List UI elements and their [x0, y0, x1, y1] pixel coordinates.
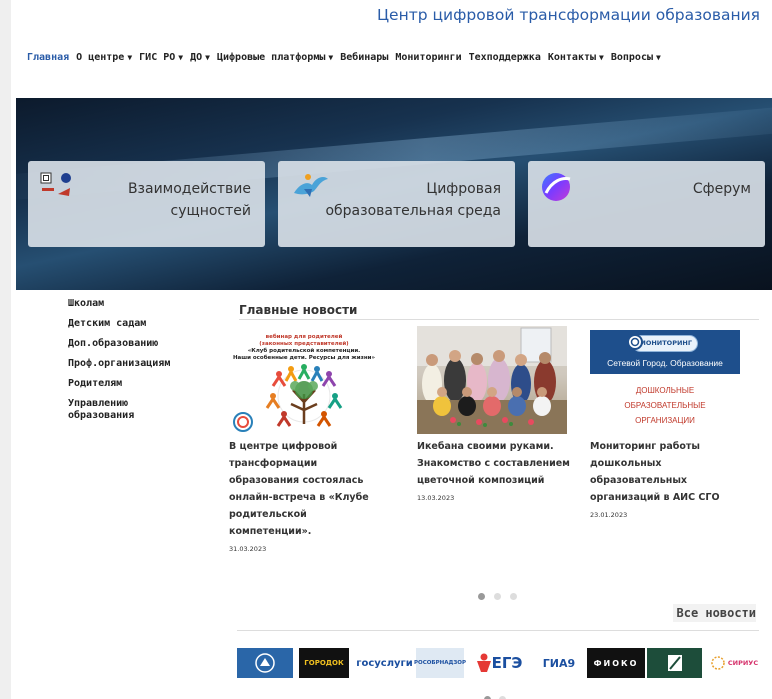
hero-card-label: Взаимодействие сущностей: [127, 181, 251, 219]
chevron-down-icon: ▼: [178, 53, 184, 62]
all-news-link[interactable]: Все новости: [672, 604, 756, 622]
news-date: 31.03.2023: [229, 545, 267, 553]
magnifier-icon: [627, 334, 643, 350]
nav-item-label: ДО: [190, 52, 203, 63]
partner-ege[interactable]: ЕГЭ: [473, 648, 525, 678]
news-page-dot-1[interactable]: [478, 593, 485, 600]
audience-menu-item[interactable]: Школам: [68, 298, 188, 310]
news-headline[interactable]: Мониторинг работы дошкольных образовател…: [590, 438, 750, 506]
news-date: 13.03.2023: [417, 494, 455, 502]
chevron-down-icon: ▼: [656, 53, 661, 62]
hero-slider: Взаимодействие сущностей Цифровая образо…: [16, 98, 772, 290]
nav-item-label: Вебинары: [340, 52, 389, 63]
chevron-down-icon: ▼: [328, 53, 334, 62]
left-scroll-gutter: [0, 0, 11, 699]
news-page-dot-2[interactable]: [494, 593, 501, 600]
audience-menu-item[interactable]: Детским садам: [68, 318, 188, 330]
nav-item-label: О центре: [76, 52, 125, 63]
partners-carousel: ГОРОДОК госуслуги РОСОБРНАДЗОР ЕГЭ ГИА9 …: [237, 648, 767, 678]
news-card[interactable]: вебинар для родителей (законных представ…: [229, 326, 389, 553]
partner-green-emblem-icon: [667, 655, 682, 671]
nav-item-6[interactable]: Вебинары: [340, 48, 388, 68]
nav-item-label: ГИС РО: [139, 52, 176, 63]
partner-sirius[interactable]: СИРИУС: [707, 648, 762, 678]
chevron-down-icon: ▼: [599, 53, 604, 62]
dove-logo-icon: [290, 171, 330, 205]
sferum-logo-icon: [540, 171, 574, 209]
news-image-monitoring[interactable]: МОНИТОРИНГ Сетевой Город. Образование ДО…: [590, 326, 740, 434]
nav-item-label: Мониторинги: [395, 52, 462, 63]
hero-card-label: Сферум: [692, 181, 751, 197]
hero-card-label: Цифровая образовательная среда: [325, 181, 501, 219]
hero-card-entities[interactable]: Взаимодействие сущностей: [28, 161, 265, 247]
nav-item-label: Цифровые платформы: [216, 52, 326, 63]
nav-item-2[interactable]: О центре ▼: [76, 48, 132, 68]
site-title[interactable]: Центр цифровой трансформации образования: [377, 6, 760, 24]
nav-item-10[interactable]: Вопросы ▼: [611, 48, 661, 68]
monitoring-banner: МОНИТОРИНГ Сетевой Город. Образование: [590, 330, 740, 374]
nav-item-label: Контакты: [547, 52, 597, 63]
nav-item-label: Главная: [27, 52, 70, 63]
news-image-photo[interactable]: [417, 326, 567, 434]
news-date: 23.01.2023: [590, 511, 628, 519]
audience-menu-item[interactable]: Родителям: [68, 378, 188, 390]
sirius-star-icon: [711, 656, 725, 670]
news-card[interactable]: МОНИТОРИНГ Сетевой Город. Образование ДО…: [590, 326, 750, 519]
nav-item-9[interactable]: Контакты ▼: [548, 48, 604, 68]
org-logos-icon: [40, 171, 82, 205]
news-pagination-dots: [478, 585, 526, 604]
nav-item-1[interactable]: Главная: [27, 48, 69, 68]
hero-card-sferum[interactable]: Сферум: [528, 161, 765, 247]
partner-fioko[interactable]: ФИОКО: [587, 648, 645, 678]
news-image-webinar[interactable]: вебинар для родителей (законных представ…: [229, 326, 379, 434]
all-news-divider: [237, 630, 759, 631]
audience-menu: Школам Детским садам Доп.образованию Проф.о…: [68, 298, 188, 430]
news-card[interactable]: Икебана своими руками. Знакомство с сост…: [417, 326, 577, 502]
partner-rosobrnadzor[interactable]: РОСОБРНАДЗОР: [414, 648, 466, 678]
family-tree-icon: [233, 364, 343, 432]
main-navigation: Главная О центре ▼ ГИС РО ▼ ДО ▼ Цифровые платф…: [27, 48, 747, 68]
audience-menu-item[interactable]: Проф.организациям: [68, 358, 188, 370]
nav-item-label: Вопросы: [610, 52, 653, 63]
nav-item-5[interactable]: Цифровые платформы ▼: [217, 48, 333, 68]
news-headline[interactable]: В центре цифровой трансформации образова…: [229, 438, 389, 540]
partner-gosuslugi[interactable]: госуслуги: [356, 648, 413, 678]
monitoring-image-caption: ДОШКОЛЬНЫЕ ОБРАЗОВАТЕЛЬНЫЕ ОРГАНИЗАЦИИ: [624, 386, 706, 425]
hero-card-digital-environment[interactable]: Цифровая образовательная среда: [278, 161, 515, 247]
nav-item-7[interactable]: Мониторинги: [395, 48, 461, 68]
news-page-dot-3[interactable]: [510, 593, 517, 600]
nav-item-label: Техподдержка: [468, 52, 541, 63]
group-photo-icon: [417, 326, 567, 434]
ege-figure-icon: [476, 653, 491, 672]
news-headline[interactable]: Икебана своими руками. Знакомство с сост…: [417, 438, 577, 489]
monitoring-banner-text: Сетевой Город. Образование: [607, 358, 723, 368]
partners-pagination-dots: [484, 688, 514, 699]
chevron-down-icon: ▼: [205, 53, 210, 62]
audience-menu-item[interactable]: Управлению образования: [68, 398, 188, 422]
nav-item-4[interactable]: ДО ▼: [190, 48, 210, 68]
partner-gia9[interactable]: ГИА9: [533, 648, 585, 678]
nav-item-8[interactable]: Техподдержка: [469, 48, 541, 68]
partner-ministry[interactable]: [237, 648, 293, 678]
ministry-emblem-icon: [255, 653, 275, 673]
news-divider: [239, 319, 759, 320]
nav-item-3[interactable]: ГИС РО ▼: [139, 48, 183, 68]
news-section-title: Главные новости: [239, 303, 358, 317]
audience-menu-item[interactable]: Доп.образованию: [68, 338, 188, 350]
partner-green-logo[interactable]: [647, 648, 702, 678]
chevron-down-icon: ▼: [127, 53, 133, 62]
partner-gorodok[interactable]: ГОРОДОК: [299, 648, 349, 678]
